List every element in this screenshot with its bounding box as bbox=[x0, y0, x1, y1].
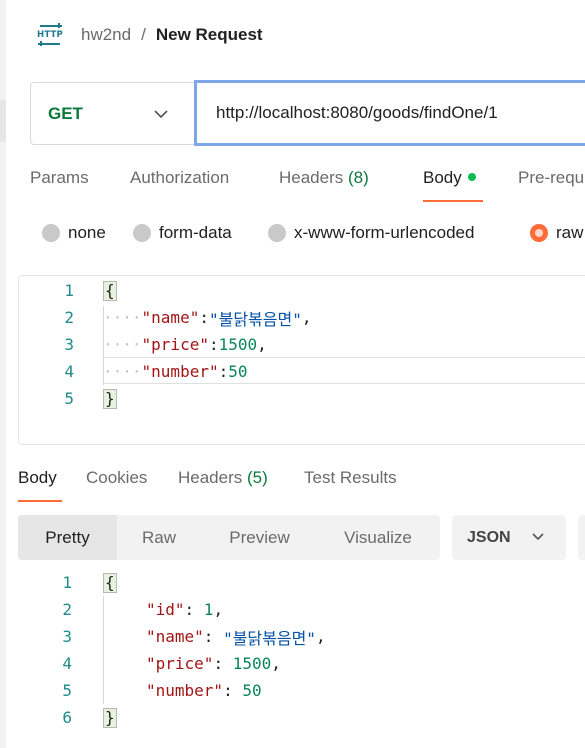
http-icon: HTTP bbox=[36, 23, 64, 47]
indent-whitespace: ···· bbox=[103, 308, 142, 327]
line-number: 3 bbox=[64, 335, 74, 354]
url-input[interactable]: http://localhost:8080/goods/findOne/1 bbox=[194, 80, 585, 146]
response-tab-cookies[interactable]: Cookies bbox=[86, 468, 147, 488]
tab-pre-request-script[interactable]: Pre-requ bbox=[518, 168, 584, 188]
response-tab-headers[interactable]: Headers (5) bbox=[178, 468, 268, 488]
line-number: 3 bbox=[62, 627, 72, 646]
sidebar-active-marker bbox=[0, 100, 6, 142]
breadcrumb-collection[interactable]: hw2nd bbox=[81, 25, 131, 45]
chevron-down-icon bbox=[154, 110, 168, 119]
code-line: } bbox=[103, 704, 117, 731]
view-visualize-button[interactable]: Visualize bbox=[318, 515, 438, 560]
response-tab-body[interactable]: Body bbox=[18, 468, 57, 488]
radio-none[interactable]: none bbox=[42, 222, 106, 244]
view-pretty-button[interactable]: Pretty bbox=[18, 515, 117, 560]
code-line: "price": 1500, bbox=[146, 654, 281, 673]
indent-whitespace: ···· bbox=[103, 362, 142, 381]
line-number: 1 bbox=[64, 281, 74, 300]
format-label: JSON bbox=[467, 528, 511, 546]
active-tab-indicator bbox=[423, 200, 483, 202]
radio-raw[interactable]: raw bbox=[530, 222, 583, 244]
body-active-dot bbox=[467, 172, 476, 181]
radio-x-www-form-urlencoded[interactable]: x-www-form-urlencoded bbox=[268, 222, 474, 244]
url-text: http://localhost:8080/goods/findOne/1 bbox=[216, 103, 498, 122]
tab-headers[interactable]: Headers (8) bbox=[279, 168, 369, 188]
wrap-lines-button[interactable] bbox=[578, 515, 585, 560]
response-format-select[interactable]: JSON bbox=[452, 515, 566, 560]
tab-params[interactable]: Params bbox=[30, 168, 89, 188]
breadcrumb-separator: / bbox=[141, 25, 146, 44]
line-number: 2 bbox=[62, 600, 72, 619]
code-line: "name": "불닭볶음면", bbox=[146, 627, 326, 648]
close-brace: } bbox=[103, 707, 117, 728]
line-number: 6 bbox=[62, 708, 72, 727]
code-line: "id": 1, bbox=[146, 600, 224, 619]
radio-form-data[interactable]: form-data bbox=[133, 222, 232, 244]
response-tab-test-results[interactable]: Test Results bbox=[304, 468, 397, 488]
line-number: 5 bbox=[62, 681, 72, 700]
line-number: 4 bbox=[62, 654, 72, 673]
view-raw-button[interactable]: Raw bbox=[117, 515, 201, 560]
code-line: } bbox=[103, 385, 117, 412]
code-line: { bbox=[103, 277, 117, 304]
code-line: { bbox=[103, 569, 117, 596]
open-brace: { bbox=[103, 572, 117, 593]
radio-button-selected bbox=[530, 224, 548, 242]
code-line: ···· "name": "불닭볶음면", bbox=[103, 308, 312, 329]
tab-authorization[interactable]: Authorization bbox=[130, 168, 229, 188]
code-line: ···· "number":50 bbox=[103, 362, 248, 381]
view-preview-button[interactable]: Preview bbox=[201, 515, 318, 560]
radio-button bbox=[268, 224, 286, 242]
method-label: GET bbox=[48, 103, 83, 123]
code-line: "number": 50 bbox=[146, 681, 262, 700]
chevron-down-icon bbox=[532, 533, 544, 541]
code-line: ···· "price":1500, bbox=[103, 335, 267, 354]
request-header: HTTP hw2nd / New Request bbox=[36, 20, 263, 50]
line-number: 5 bbox=[64, 389, 74, 408]
active-response-tab-indicator bbox=[18, 500, 62, 502]
response-view-switcher: Pretty Raw Preview Visualize bbox=[18, 515, 440, 560]
request-title[interactable]: New Request bbox=[156, 25, 263, 45]
tab-body[interactable]: Body bbox=[423, 168, 476, 188]
indent-guide bbox=[103, 596, 104, 704]
method-select[interactable]: GET bbox=[30, 82, 195, 145]
radio-button bbox=[133, 224, 151, 242]
indent-whitespace: ···· bbox=[103, 335, 142, 354]
open-brace: { bbox=[103, 280, 117, 301]
line-number: 2 bbox=[64, 308, 74, 327]
line-number: 1 bbox=[62, 573, 72, 592]
close-brace: } bbox=[103, 388, 117, 409]
line-number: 4 bbox=[64, 362, 74, 381]
radio-button bbox=[42, 224, 60, 242]
